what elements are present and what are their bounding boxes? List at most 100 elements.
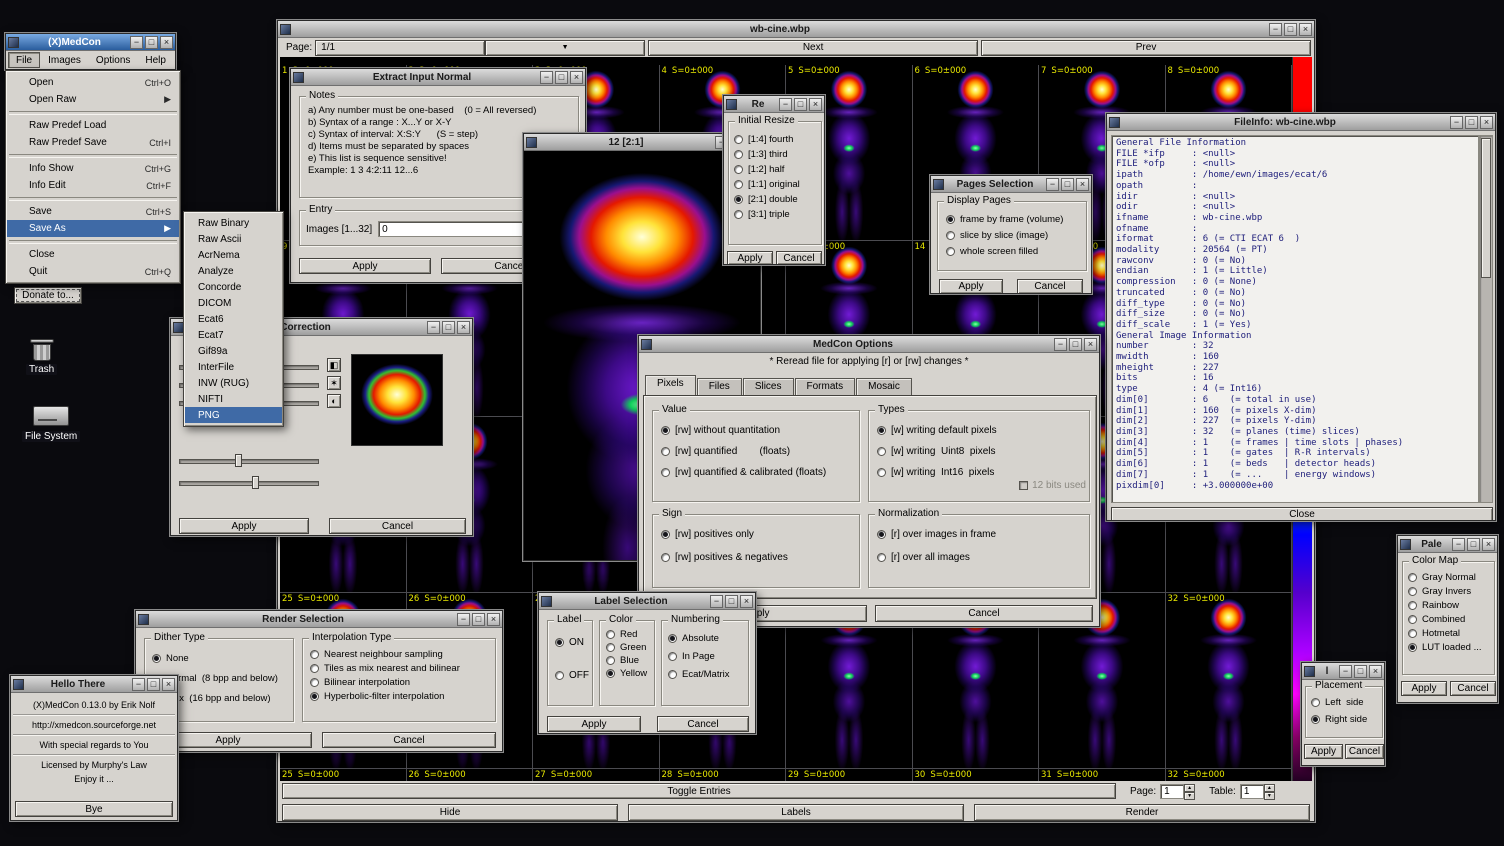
table-spinner-arrows[interactable]: ▲▼ bbox=[1264, 784, 1275, 799]
maximize-button[interactable]: □ bbox=[555, 71, 568, 84]
spin-up-icon[interactable]: ▲ bbox=[1264, 784, 1275, 792]
scan-cell-31[interactable]: 31S=0±000 bbox=[1039, 769, 1166, 781]
maximize-button[interactable]: □ bbox=[472, 613, 485, 626]
radio-option-tiles-as-mix-nearest-and-bilinear[interactable]: Tiles as mix nearest and bilinear bbox=[310, 663, 460, 674]
menu-item-open-raw[interactable]: Open Raw▶ bbox=[7, 91, 179, 108]
render-button[interactable]: Render bbox=[974, 804, 1310, 821]
spin-down-icon[interactable]: ▼ bbox=[1184, 792, 1195, 800]
fileinfo-titlebar[interactable]: FileInfo: wb-cine.wbp−□× bbox=[1107, 114, 1495, 131]
menubar-item-help[interactable]: Help bbox=[138, 52, 173, 68]
menu-item-raw-predef-save[interactable]: Raw Predef SaveCtrl+I bbox=[7, 134, 179, 151]
minimize-button[interactable]: − bbox=[457, 613, 470, 626]
correction-slider-4[interactable] bbox=[179, 454, 319, 467]
hide-button[interactable]: Hide bbox=[282, 804, 618, 821]
radio-option-gray-invers[interactable]: Gray Invers bbox=[1408, 586, 1482, 597]
minimize-button[interactable]: − bbox=[779, 98, 792, 111]
menubar-item-file[interactable]: File bbox=[8, 52, 40, 68]
apply-button[interactable]: Apply bbox=[727, 251, 773, 265]
minimize-button[interactable]: − bbox=[540, 71, 553, 84]
radio-option-gray-normal[interactable]: Gray Normal bbox=[1408, 572, 1482, 583]
cancel-button[interactable]: Cancel bbox=[1017, 279, 1083, 294]
close-button[interactable]: × bbox=[570, 71, 583, 84]
slider-handle[interactable] bbox=[252, 476, 259, 489]
radio-option-w-writing-default-pixels[interactable]: [w] writing default pixels bbox=[877, 425, 997, 436]
maximize-button[interactable]: □ bbox=[442, 321, 455, 334]
menu-item-gif89a[interactable]: Gif89a bbox=[185, 343, 282, 359]
scan-cell-29[interactable]: 29S=0±000 bbox=[786, 769, 913, 781]
minimize-button[interactable]: − bbox=[1339, 665, 1352, 678]
radio-option-nearest-neighbour-sampling[interactable]: Nearest neighbour sampling bbox=[310, 649, 460, 660]
radio-option-rw-positives-negatives[interactable]: [rw] positives & negatives bbox=[661, 552, 788, 563]
radio-option-1-2-half[interactable]: [1:2] half bbox=[734, 164, 800, 175]
minimize-button[interactable]: − bbox=[710, 595, 723, 608]
apply-button[interactable]: Apply bbox=[299, 258, 431, 274]
scan-cell-28[interactable]: 28S=0±000 bbox=[660, 769, 787, 781]
close-button[interactable]: × bbox=[1084, 338, 1097, 351]
combo-arrow-icon[interactable]: ▼ bbox=[485, 40, 645, 56]
menu-item-inw-rug[interactable]: INW (RUG) bbox=[185, 375, 282, 391]
scrollbar-thumb[interactable] bbox=[1481, 138, 1491, 278]
label-titlebar[interactable]: Label Selection−□× bbox=[539, 593, 755, 610]
palette-titlebar[interactable]: Pale−□× bbox=[1398, 536, 1497, 553]
radio-option-frame-by-frame-volume[interactable]: frame by frame (volume) bbox=[946, 214, 1063, 225]
minimize-button[interactable]: − bbox=[130, 36, 143, 49]
12-bits-used-checkbox[interactable]: 12 bits used bbox=[1019, 480, 1086, 491]
maximize-button[interactable]: □ bbox=[145, 36, 158, 49]
apply-button[interactable]: Apply bbox=[1401, 681, 1447, 696]
cancel-button[interactable]: Cancel bbox=[322, 732, 496, 748]
apply-button[interactable]: Apply bbox=[939, 279, 1003, 294]
page-spinner-value[interactable]: 1 bbox=[1160, 784, 1184, 799]
pages-titlebar[interactable]: Pages Selection−□× bbox=[931, 176, 1091, 193]
radio-option-blue[interactable]: Blue bbox=[606, 655, 647, 666]
menu-item-open[interactable]: OpenCtrl+O bbox=[7, 74, 179, 91]
close-button[interactable]: × bbox=[160, 36, 173, 49]
extract-titlebar[interactable]: Extract Input Normal−□× bbox=[291, 69, 585, 86]
radio-option-1-4-fourth[interactable]: [1:4] fourth bbox=[734, 134, 800, 145]
close-button[interactable]: × bbox=[1299, 23, 1312, 36]
menu-item-nifti[interactable]: NIFTI bbox=[185, 391, 282, 407]
table-spinner-value[interactable]: 1 bbox=[1240, 784, 1264, 799]
close-button[interactable]: × bbox=[1480, 116, 1493, 129]
table-spinner[interactable]: 1 ▲▼ bbox=[1240, 784, 1275, 799]
minimize-button[interactable]: − bbox=[1054, 338, 1067, 351]
menu-item-info-show[interactable]: Info ShowCtrl+G bbox=[7, 160, 179, 177]
maximize-button[interactable]: □ bbox=[725, 595, 738, 608]
close-button[interactable]: × bbox=[457, 321, 470, 334]
scan-cell-26[interactable]: 26S=0±000 bbox=[407, 769, 534, 781]
radio-option-hyperbolic-filter-interpolation[interactable]: Hyperbolic-filter interpolation bbox=[310, 691, 460, 702]
minimize-button[interactable]: − bbox=[132, 678, 145, 691]
menu-item-raw-predef-load[interactable]: Raw Predef Load bbox=[7, 117, 179, 134]
tab-formats[interactable]: Formats bbox=[795, 378, 856, 396]
minimize-button[interactable]: − bbox=[427, 321, 440, 334]
close-button[interactable]: Close bbox=[1111, 507, 1493, 521]
radio-option-rw-quantified-calibrated-floats[interactable]: [rw] quantified & calibrated (floats) bbox=[661, 467, 826, 478]
cancel-button[interactable]: Cancel bbox=[657, 716, 749, 732]
scan-cell-27[interactable]: 27S=0±000 bbox=[533, 769, 660, 781]
prev-button[interactable]: Prev bbox=[981, 40, 1311, 56]
menu-item-raw-binary[interactable]: Raw Binary bbox=[185, 215, 282, 231]
maximize-button[interactable]: □ bbox=[1467, 538, 1480, 551]
radio-option-whole-screen-filled[interactable]: whole screen filled bbox=[946, 246, 1063, 257]
maximize-button[interactable]: □ bbox=[1284, 23, 1297, 36]
radio-option-w-writing-uint8-pixels[interactable]: [w] writing Uint8 pixels bbox=[877, 446, 997, 457]
next-button[interactable]: Next bbox=[648, 40, 978, 56]
menu-item-acrnema[interactable]: AcrNema bbox=[185, 247, 282, 263]
page-spinner-arrows[interactable]: ▲▼ bbox=[1184, 784, 1195, 799]
correction-slider-5[interactable] bbox=[179, 476, 319, 489]
cancel-button[interactable]: Cancel bbox=[1345, 744, 1384, 759]
cancel-button[interactable]: Cancel bbox=[776, 251, 822, 265]
radio-option-in-page[interactable]: In Page bbox=[668, 651, 730, 662]
fileinfo-scrollbar[interactable] bbox=[1479, 135, 1493, 503]
radio-option-rw-positives-only[interactable]: [rw] positives only bbox=[661, 529, 788, 540]
apply-button[interactable]: Apply bbox=[547, 716, 641, 732]
menu-item-dicom[interactable]: DICOM bbox=[185, 295, 282, 311]
menu-item-save[interactable]: SaveCtrl+S bbox=[7, 203, 179, 220]
tab-files[interactable]: Files bbox=[697, 378, 742, 396]
radio-option-bilinear-interpolation[interactable]: Bilinear interpolation bbox=[310, 677, 460, 688]
radio-option-r-over-images-in-frame[interactable]: [r] over images in frame bbox=[877, 529, 996, 540]
resize-titlebar[interactable]: Re−□× bbox=[724, 96, 824, 113]
maximize-button[interactable]: □ bbox=[1069, 338, 1082, 351]
close-button[interactable]: × bbox=[1076, 178, 1089, 191]
donate-button[interactable]: Donate to... bbox=[14, 287, 82, 304]
radio-option-3-1-triple[interactable]: [3:1] triple bbox=[734, 209, 800, 220]
